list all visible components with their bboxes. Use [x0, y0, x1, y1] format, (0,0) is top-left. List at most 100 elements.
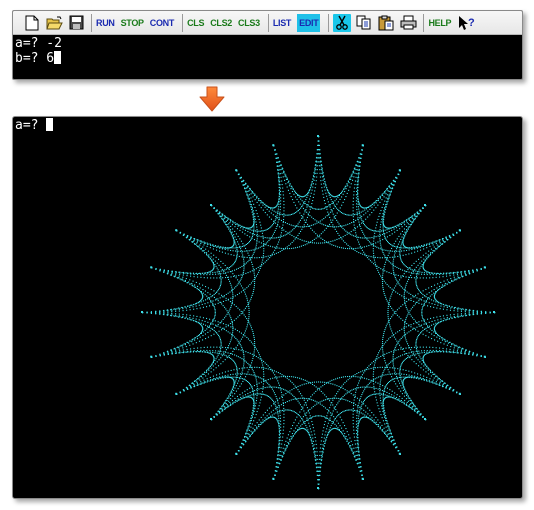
plot-dot: [233, 319, 235, 321]
print-printer-icon[interactable]: [399, 14, 417, 32]
plot-dot: [387, 426, 389, 428]
list-button[interactable]: LIST: [273, 14, 292, 32]
plot-dot: [277, 176, 279, 178]
copy-icon[interactable]: [355, 14, 373, 32]
plot-dot: [350, 449, 352, 451]
plot-dot: [446, 314, 448, 316]
plot-dot: [378, 357, 380, 359]
plot-dot: [309, 215, 311, 217]
plot-dot: [361, 474, 363, 476]
stop-button[interactable]: STOP: [121, 14, 144, 32]
plot-dot: [255, 377, 257, 379]
plot-dot: [224, 264, 226, 266]
plot-dot: [244, 397, 246, 399]
plot-dot: [326, 408, 328, 410]
plot-dot: [235, 258, 237, 260]
plot-dot: [200, 240, 202, 242]
cls2-button[interactable]: CLS2: [210, 14, 232, 32]
plot-dot: [364, 388, 366, 390]
plot-dot: [293, 383, 295, 385]
plot-dot: [279, 169, 281, 171]
plot-dot: [221, 329, 223, 331]
plot-dot: [236, 373, 238, 375]
plot-dot: [324, 183, 326, 185]
cont-button[interactable]: CONT: [150, 14, 175, 32]
plot-dot: [233, 376, 235, 378]
plot-dot: [223, 405, 225, 407]
plot-dot: [373, 371, 375, 373]
plot-dot: [287, 232, 289, 234]
plot-dot: [432, 349, 434, 351]
plot-dot: [218, 293, 220, 295]
run-button[interactable]: RUN: [96, 14, 115, 32]
plot-dot: [285, 183, 287, 185]
plot-dot: [347, 185, 349, 187]
plot-dot: [383, 370, 385, 372]
paste-icon[interactable]: [377, 14, 395, 32]
plot-dot: [328, 382, 330, 384]
plot-dot: [384, 233, 386, 235]
plot-dot: [280, 376, 282, 378]
plot-dot: [198, 319, 200, 321]
plot-dot: [211, 328, 213, 330]
plot-dot: [367, 237, 369, 239]
plot-dot: [312, 399, 314, 401]
plot-dot: [345, 188, 347, 190]
plot-dot: [319, 208, 321, 210]
plot-dot: [225, 347, 227, 349]
plot-dot: [229, 301, 231, 303]
open-folder-icon[interactable]: [45, 14, 63, 32]
plot-dot: [233, 239, 235, 241]
plot-dot: [284, 402, 286, 404]
plot-dot: [193, 383, 195, 385]
plot-dot: [252, 280, 254, 282]
plot-dot: [179, 352, 181, 354]
context-help-icon[interactable]: ?: [457, 14, 475, 32]
new-file-icon[interactable]: [23, 14, 41, 32]
plot-dot: [232, 386, 234, 388]
plot-dot: [212, 244, 214, 246]
plot-dot: [225, 315, 227, 317]
plot-dot: [260, 242, 262, 244]
plot-dot: [222, 246, 224, 248]
plot-dot: [292, 213, 294, 215]
plot-dot: [400, 400, 402, 402]
plot-dot: [181, 278, 183, 280]
cls-button[interactable]: CLS: [187, 14, 204, 32]
plot-dot: [335, 425, 337, 427]
plot-dot: [294, 225, 296, 227]
plot-dot: [304, 244, 306, 246]
save-disk-icon[interactable]: [67, 14, 85, 32]
plot-dot: [155, 311, 157, 313]
plot-dot: [401, 362, 403, 364]
plot-dot: [329, 211, 331, 213]
plot-dot: [159, 313, 161, 315]
plot-dot: [340, 386, 342, 388]
plot-dot: [184, 272, 186, 274]
help-button[interactable]: HELP: [428, 14, 451, 32]
plot-dot: [229, 343, 231, 345]
plot-dot: [408, 370, 410, 372]
plot-dot: [293, 193, 295, 195]
plot-dot: [240, 345, 242, 347]
plot-dot: [259, 267, 261, 269]
plot-dot: [349, 233, 351, 235]
plot-dot: [399, 367, 401, 369]
plot-dot: [396, 229, 398, 231]
cls3-button[interactable]: CLS3: [238, 14, 260, 32]
plot-dot: [250, 430, 252, 432]
plot-dot: [249, 366, 251, 368]
plot-dot: [394, 367, 396, 369]
plot-dot: [316, 208, 318, 210]
plot-dot: [326, 206, 328, 208]
plot-dot: [235, 286, 237, 288]
edit-button[interactable]: EDIT: [297, 13, 321, 32]
plot-dot: [336, 385, 338, 387]
cut-scissors-icon[interactable]: [333, 13, 352, 32]
plot-dot: [214, 316, 216, 318]
plot-dot: [456, 350, 458, 352]
plot-dot: [320, 440, 322, 442]
plot-dot: [183, 234, 185, 236]
plot-dot: [247, 190, 249, 192]
plot-dot: [321, 208, 323, 210]
